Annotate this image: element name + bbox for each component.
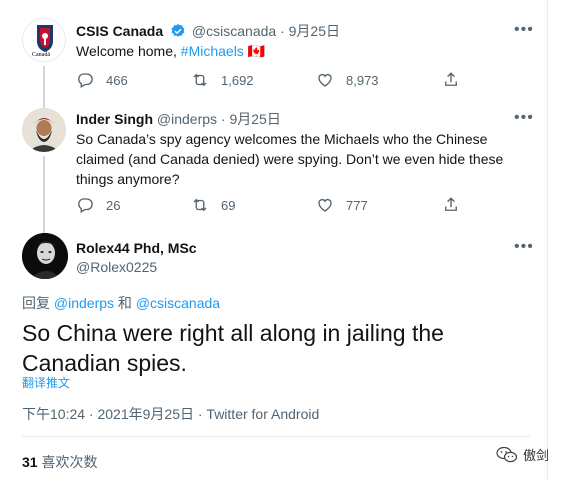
mention-csiscanada[interactable]: @csiscanada — [136, 295, 220, 311]
share-icon — [445, 72, 457, 86]
display-name[interactable]: Inder Singh — [76, 111, 153, 127]
thread-connector — [43, 100, 45, 108]
tweet-date[interactable]: 9月25日 — [229, 111, 280, 127]
avatar[interactable] — [22, 108, 66, 152]
watermark-text: 傲剑 — [523, 448, 550, 463]
canada-flag-icon: 🇨🇦 — [247, 43, 266, 59]
thread-connector — [43, 225, 45, 233]
tweet-date[interactable]: 9月25日 — [289, 23, 340, 39]
likes-summary[interactable]: 31 喜欢次数 — [22, 452, 97, 472]
hashtag-link[interactable]: #Michaels — [181, 43, 244, 59]
reply-icon — [78, 198, 93, 213]
more-options-icon[interactable]: ••• — [514, 239, 534, 255]
likes-count: 31 — [22, 454, 38, 470]
share-button[interactable] — [442, 196, 472, 214]
reply-count: 466 — [106, 72, 128, 88]
tweet-timestamp[interactable]: 下午10:24 · 2021年9月25日 · Twitter for Andro… — [22, 404, 319, 424]
reply-count: 26 — [106, 197, 121, 213]
tweet-header: CSIS Canada @csiscanada · 9月25日 — [76, 22, 340, 40]
avatar[interactable] — [22, 233, 68, 279]
tweet-actions: 466 1,692 8,973 — [76, 71, 466, 91]
display-name[interactable]: Rolex44 Phd, MSc — [76, 240, 197, 256]
likes-label: 喜欢次数 — [41, 454, 98, 470]
tweet-header: Inder Singh @inderps · 9月25日 — [76, 110, 281, 128]
user-avatar-icon — [22, 233, 68, 279]
retweet-count: 1,692 — [221, 72, 254, 88]
thread-connector — [43, 156, 45, 225]
author-name: Rolex44 Phd, MSc — [76, 239, 197, 257]
reply-label: 回复 — [22, 295, 50, 311]
canada-wordmark: Canadä — [32, 52, 50, 58]
like-button[interactable]: 777 — [316, 196, 368, 214]
more-options-icon[interactable]: ••• — [514, 22, 534, 38]
divider — [22, 436, 530, 437]
reply-button[interactable]: 26 — [76, 196, 120, 214]
focus-tweet-text: So China were right all along in jailing… — [22, 320, 444, 376]
reply-button[interactable]: 466 — [76, 71, 128, 89]
like-count: 777 — [346, 197, 368, 213]
like-icon — [318, 74, 332, 87]
tweet-text: Welcome home, #Michaels 🇨🇦 — [76, 41, 265, 61]
reply-conjunction: 和 — [117, 295, 132, 311]
handle[interactable]: @inderps — [157, 111, 217, 127]
display-name[interactable]: CSIS Canada — [76, 23, 163, 39]
handle[interactable]: @csiscanada — [192, 23, 276, 39]
user-avatar-icon — [22, 108, 66, 152]
avatar[interactable]: Canadä — [22, 18, 66, 62]
replying-to: 回复 @inderps 和 @csiscanada — [22, 293, 220, 313]
like-icon — [318, 199, 332, 212]
separator: · — [220, 111, 226, 127]
mention-inderps[interactable]: @inderps — [54, 295, 114, 311]
translate-tweet-link[interactable]: 翻译推文 — [22, 374, 70, 391]
more-options-icon[interactable]: ••• — [514, 110, 534, 126]
retweet-button[interactable]: 1,692 — [191, 71, 254, 89]
retweet-count: 69 — [221, 197, 236, 213]
reply-icon — [78, 73, 93, 88]
handle[interactable]: @Rolex0225 — [76, 259, 157, 275]
watermark: 傲剑 — [496, 445, 549, 464]
retweet-icon — [193, 198, 207, 212]
tweet-text-prefix: Welcome home, — [76, 43, 181, 59]
wechat-icon — [496, 446, 518, 462]
thread-tweet-csis[interactable]: Canadä CSIS Canada @csiscanada · 9月25日 •… — [0, 0, 548, 106]
separator: · — [280, 23, 285, 39]
tweet-text: So Canada’s spy agency welcomes the Mich… — [76, 131, 504, 187]
tweet-actions: 26 69 777 — [76, 196, 466, 216]
thread-tweet-inder[interactable]: Inder Singh @inderps · 9月25日 ••• So Cana… — [0, 100, 548, 225]
verified-badge-icon — [171, 24, 185, 37]
share-icon — [445, 197, 457, 211]
like-count: 8,973 — [346, 72, 379, 88]
retweet-button[interactable]: 69 — [191, 196, 235, 214]
share-button[interactable] — [442, 71, 472, 89]
author-handle: @Rolex0225 — [76, 258, 157, 276]
timeline-panel: Canadä CSIS Canada @csiscanada · 9月25日 •… — [0, 0, 548, 480]
like-button[interactable]: 8,973 — [316, 71, 379, 89]
retweet-icon — [193, 73, 207, 87]
